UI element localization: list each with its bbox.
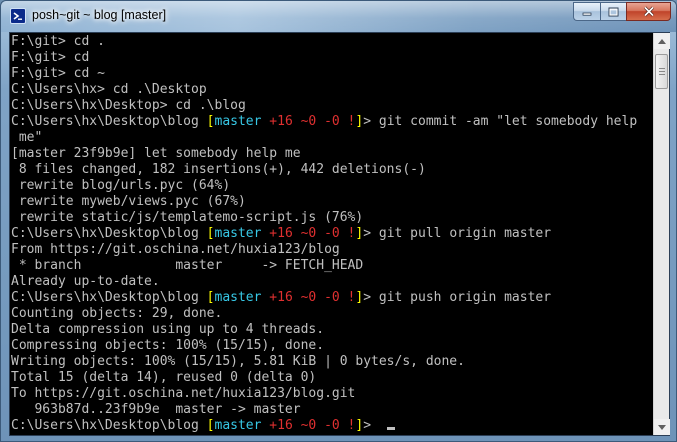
powershell-icon[interactable] — [10, 8, 26, 24]
prompt-suffix: > — [363, 226, 379, 241]
prompt-bracket-open: [ — [206, 226, 215, 241]
command-text: git pull origin master — [378, 226, 552, 241]
prompt-status: +16 ~0 -0 ! — [261, 418, 356, 433]
prompt-status: +16 ~0 -0 ! — [261, 290, 356, 305]
prompt-suffix: > — [363, 290, 379, 305]
terminal-line: F:\git> cd — [11, 50, 90, 65]
prompt-suffix: > — [363, 114, 379, 129]
terminal-line: 8 files changed, 182 insertions(+), 442 … — [11, 162, 426, 177]
terminal-line: C:\Users\hx> cd .\Desktop — [11, 82, 207, 97]
terminal-line: Delta compression using up to 4 threads. — [11, 322, 325, 337]
scroll-down-button[interactable] — [654, 419, 670, 435]
maximize-button[interactable] — [600, 2, 626, 21]
prompt-path: C:\Users\hx\Desktop\blog — [11, 226, 207, 241]
minimize-button[interactable] — [573, 2, 600, 21]
terminal-line: C:\Users\hx\Desktop\blog [master +16 ~0 … — [11, 226, 654, 242]
terminal-line: [master 23f9b9e] let somebody help me — [11, 146, 301, 161]
minimize-icon — [582, 12, 592, 16]
console-window: posh~git ~ blog [master] F:\git> cd . F:\… — [0, 0, 677, 442]
prompt-status: +16 ~0 -0 ! — [261, 226, 356, 241]
prompt-path: C:\Users\hx\Desktop\blog — [11, 290, 207, 305]
terminal-line: rewrite myweb/views.pyc (67%) — [11, 194, 246, 209]
window-title: posh~git ~ blog [master] — [32, 8, 167, 22]
command-text: git push origin master — [378, 290, 552, 305]
vertical-scrollbar[interactable] — [653, 33, 670, 435]
terminal-line: C:\Users\hx\Desktop\blog [master +16 ~0 … — [11, 290, 654, 306]
prompt-suffix: > — [363, 418, 379, 433]
maximize-icon — [608, 7, 619, 16]
terminal-line: C:\Users\hx\Desktop> cd .\blog — [11, 98, 246, 113]
terminal-line: rewrite blog/urls.pyc (64%) — [11, 178, 231, 193]
prompt-bracket-open: [ — [206, 418, 215, 433]
prompt-path: C:\Users\hx\Desktop\blog — [11, 418, 207, 433]
terminal-line: me" — [11, 130, 43, 145]
scroll-up-button[interactable] — [654, 33, 670, 49]
arrow-down-icon — [658, 424, 666, 430]
prompt-branch: master — [214, 226, 262, 241]
prompt-branch: master — [214, 290, 262, 305]
terminal-line: Already up-to-date. — [11, 274, 160, 289]
terminal-line: C:\Users\hx\Desktop\blog [master +16 ~0 … — [11, 418, 654, 434]
title-bar[interactable]: posh~git ~ blog [master] — [1, 1, 676, 32]
prompt-branch: master — [214, 418, 262, 433]
terminal-line: 963b87d..23f9b9e master -> master — [11, 402, 301, 417]
terminal-line: Compressing objects: 100% (15/15), done. — [11, 338, 325, 353]
close-button[interactable] — [626, 2, 671, 21]
terminal-line: C:\Users\hx\Desktop\blog [master +16 ~0 … — [11, 114, 654, 130]
scroll-thumb[interactable] — [655, 54, 668, 89]
prompt-branch: master — [214, 114, 262, 129]
terminal-line: Counting objects: 29, done. — [11, 306, 223, 321]
console-area[interactable]: F:\git> cd . F:\git> cd F:\git> cd ~ C:\Use… — [9, 32, 670, 436]
prompt-bracket-open: [ — [206, 290, 215, 305]
terminal-line: Writing objects: 100% (15/15), 5.81 KiB … — [11, 354, 465, 369]
prompt-bracket-open: [ — [206, 114, 215, 129]
terminal-line: From https://git.oschina.net/huxia123/bl… — [11, 242, 340, 257]
terminal-line: F:\git> cd ~ — [11, 66, 105, 81]
terminal-line: * branch master -> FETCH_HEAD — [11, 258, 364, 273]
terminal-line: F:\git> cd . — [11, 34, 105, 49]
prompt-status: +16 ~0 -0 ! — [261, 114, 356, 129]
close-icon — [643, 6, 654, 17]
terminal-output[interactable]: F:\git> cd . F:\git> cd F:\git> cd ~ C:\Use… — [10, 33, 654, 435]
terminal-line: To https://git.oschina.net/huxia123/blog… — [11, 386, 356, 401]
terminal-line: rewrite static/js/templatemo-script.js (… — [11, 210, 364, 225]
command-text: git commit -am "let somebody help — [378, 114, 638, 129]
terminal-line: Total 15 (delta 14), reused 0 (delta 0) — [11, 370, 317, 385]
text-cursor — [386, 427, 395, 430]
caption-buttons — [573, 2, 671, 21]
prompt-path: C:\Users\hx\Desktop\blog — [11, 114, 207, 129]
arrow-up-icon — [658, 38, 666, 44]
